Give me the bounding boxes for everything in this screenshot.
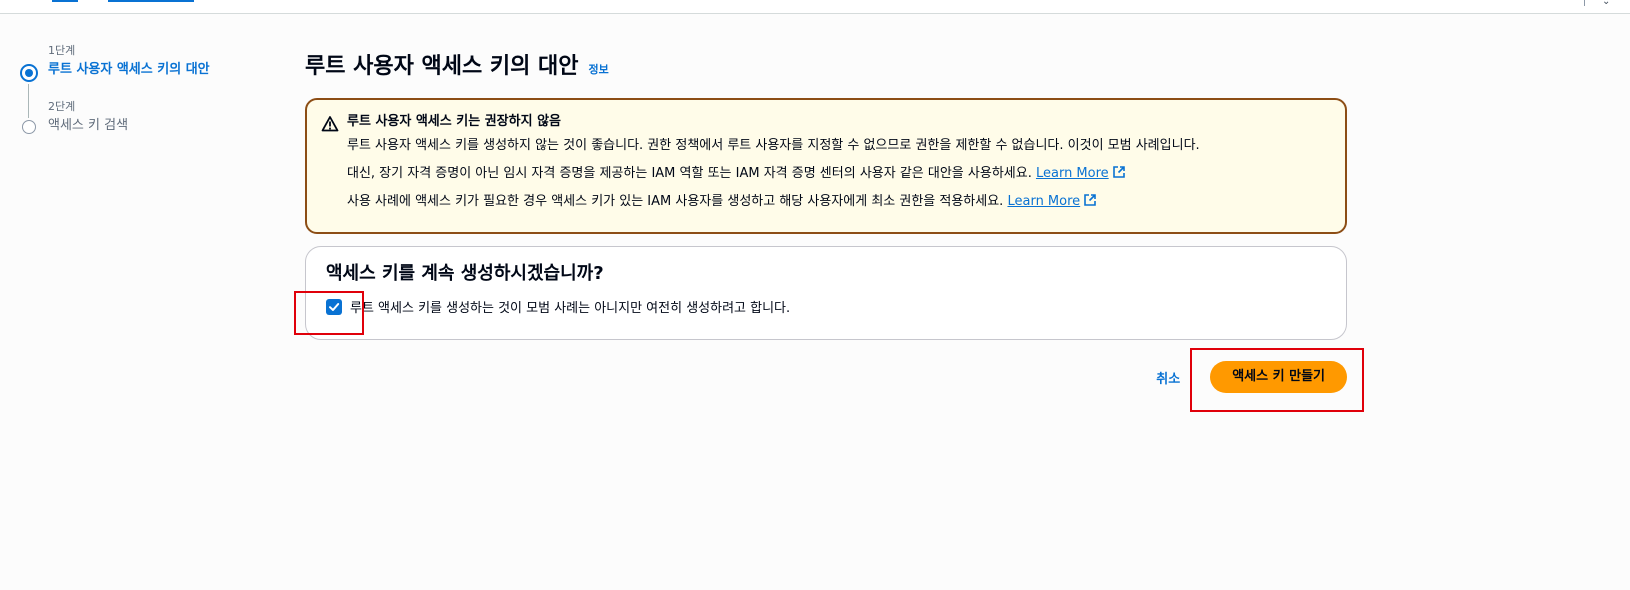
step-title: 액세스 키 검색 xyxy=(48,118,129,133)
checkmark-icon xyxy=(329,302,340,311)
step-1[interactable]: 1단계 루트 사용자 액세스 키의 대안 xyxy=(20,44,260,100)
confirm-checkbox-row[interactable]: 루트 액세스 키를 생성하는 것이 모범 사례는 아니지만 여전히 생성하려고 … xyxy=(326,297,1326,316)
top-breadcrumb-strip: ⌄ xyxy=(0,0,1630,14)
confirm-title: 액세스 키를 계속 생성하시겠습니까? xyxy=(326,263,604,284)
page-header: 루트 사용자 액세스 키의 대안 정보 xyxy=(305,48,1347,82)
step-2: 2단계 액세스 키 검색 xyxy=(20,100,260,156)
learn-more-label[interactable]: Learn More xyxy=(1036,166,1109,181)
chevron-down-icon[interactable]: ⌄ xyxy=(1602,0,1610,7)
page-title: 루트 사용자 액세스 키의 대안 xyxy=(305,54,579,79)
confirm-checkbox[interactable] xyxy=(326,298,342,315)
inactive-step-radio-icon xyxy=(22,120,36,134)
info-link[interactable]: 정보 xyxy=(589,61,609,77)
warning-text: 루트 사용자 액세스 키를 생성하지 않는 것이 좋습니다. 권한 정책에서 루… xyxy=(347,132,1329,160)
cancel-button[interactable]: 취소 xyxy=(1156,368,1180,387)
breadcrumb-link-fragment[interactable] xyxy=(108,0,194,2)
warning-text: 사용 사례에 액세스 키가 필요한 경우 액세스 키가 있는 IAM 사용자를 … xyxy=(347,188,1329,216)
warning-alert: 루트 사용자 액세스 키는 권장하지 않음 루트 사용자 액세스 키를 생성하지… xyxy=(305,98,1347,234)
warning-icon xyxy=(321,116,339,132)
warning-text-line1: 루트 사용자 액세스 키를 생성하지 않는 것이 좋습니다. 권한 정책에서 루… xyxy=(347,138,1200,153)
learn-more-label[interactable]: Learn More xyxy=(1007,194,1080,209)
confirm-checkbox-label[interactable]: 루트 액세스 키를 생성하는 것이 모범 사례는 아니지만 여전히 생성하려고 … xyxy=(350,297,790,316)
wizard-steps: 1단계 루트 사용자 액세스 키의 대안 2단계 액세스 키 검색 xyxy=(20,44,260,156)
warning-text-line3: 사용 사례에 액세스 키가 필요한 경우 액세스 키가 있는 IAM 사용자를 … xyxy=(347,194,1004,209)
learn-more-link[interactable]: Learn More xyxy=(1007,194,1097,209)
main-content: 루트 사용자 액세스 키의 대안 정보 루트 사용자 액세스 키는 권장하지 않… xyxy=(305,48,1347,394)
breadcrumb-link-fragment[interactable] xyxy=(52,0,78,2)
external-link-icon xyxy=(1084,194,1096,206)
confirm-container: 액세스 키를 계속 생성하시겠습니까? 루트 액세스 키를 생성하는 것이 모범… xyxy=(305,246,1347,340)
step-title: 루트 사용자 액세스 키의 대안 xyxy=(48,62,210,77)
action-bar: 취소 액세스 키 만들기 xyxy=(305,360,1347,394)
create-access-key-button[interactable]: 액세스 키 만들기 xyxy=(1210,361,1347,393)
step-connector-line xyxy=(28,84,29,118)
external-link-icon xyxy=(1112,166,1125,178)
step-number: 1단계 xyxy=(48,44,76,57)
divider xyxy=(1584,0,1585,6)
warning-text: 대신, 장기 자격 증명이 아닌 임시 자격 증명을 제공하는 IAM 역할 또… xyxy=(347,160,1329,188)
active-step-radio-icon xyxy=(20,64,38,82)
learn-more-link[interactable]: Learn More xyxy=(1036,166,1126,181)
warning-text-line2: 대신, 장기 자격 증명이 아닌 임시 자격 증명을 제공하는 IAM 역할 또… xyxy=(347,166,1032,181)
warning-title: 루트 사용자 액세스 키는 권장하지 않음 xyxy=(347,114,561,129)
step-number: 2단계 xyxy=(48,100,76,113)
